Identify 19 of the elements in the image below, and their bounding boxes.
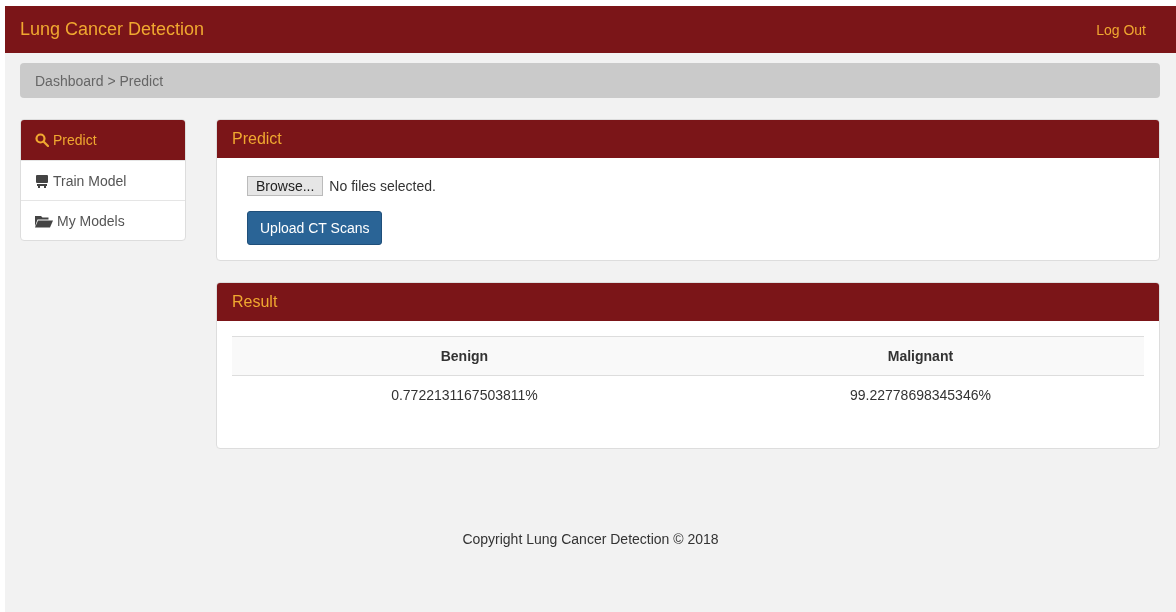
search-icon — [35, 133, 49, 147]
browse-button[interactable]: Browse... — [247, 176, 324, 196]
monitor-icon — [35, 173, 49, 188]
folder-icon — [35, 213, 53, 228]
file-status: No files selected. — [329, 178, 436, 194]
panel-title: Predict — [217, 120, 1159, 158]
breadcrumb[interactable]: Dashboard > Predict — [35, 72, 164, 89]
column-header: Benign — [232, 336, 697, 376]
brand-title: Lung Cancer Detection — [20, 19, 205, 40]
panel-title: Result — [217, 283, 1159, 321]
column-header: Malignant — [696, 336, 1144, 376]
sidebar-item[interactable]: My Models — [21, 200, 185, 240]
sidebar-item[interactable]: Train Model — [21, 160, 185, 200]
sidebar-item[interactable]: Predict — [21, 120, 185, 160]
table-cell: 99.22778698345346% — [696, 375, 1144, 414]
table-cell: 0.7722131167503811% — [232, 375, 697, 414]
logout-link[interactable]: Log Out — [1096, 21, 1146, 38]
copyright-text: Copyright Lung Cancer Detection © 2018 — [462, 531, 719, 547]
upload-button[interactable]: Upload CT Scans — [247, 211, 383, 245]
